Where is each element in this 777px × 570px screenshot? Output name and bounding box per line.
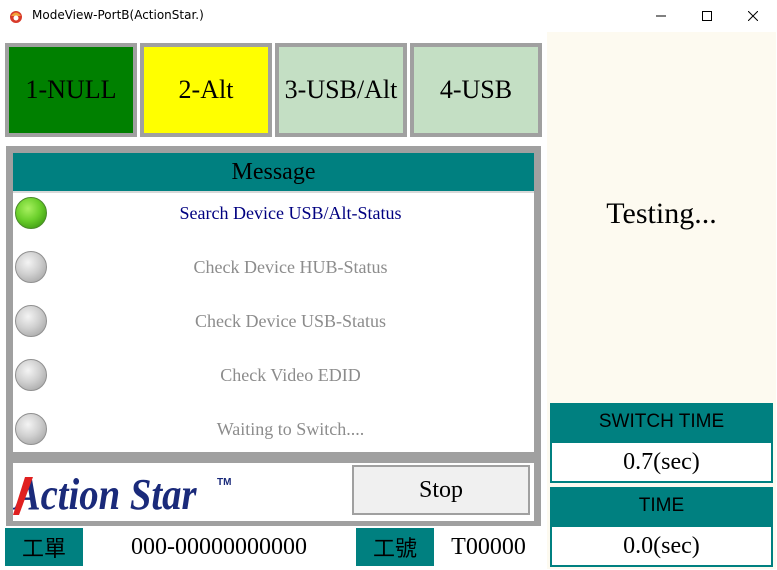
maximize-icon (702, 11, 712, 21)
minimize-icon (656, 15, 666, 17)
window-title: ModeView-PortB(ActionStar.) (32, 8, 204, 22)
message-header: Message (13, 153, 534, 193)
list-item: Waiting to Switch.... (13, 411, 534, 451)
work-order-field[interactable]: 000-00000000000 (85, 528, 353, 566)
serial-field[interactable]: T00000 (436, 528, 541, 566)
list-item: Check Device HUB-Status (13, 249, 534, 289)
message-text: Check Video EDID (220, 365, 361, 385)
mode-button-null[interactable]: 1-NULL (5, 43, 137, 137)
work-order-label: 工單 (5, 528, 83, 566)
time-label: TIME (550, 487, 773, 525)
close-button[interactable] (730, 0, 776, 32)
mode-button-usb-alt[interactable]: 3-USB/Alt (275, 43, 407, 137)
switch-time-label: SWITCH TIME (550, 403, 773, 441)
switch-time-box: 0.7(sec) (550, 441, 773, 483)
time-value: 0.0(sec) (552, 527, 771, 565)
test-status: Testing... (606, 197, 717, 230)
mode-button-usb[interactable]: 4-USB (410, 43, 542, 137)
action-star-logo: Action Star TM (13, 470, 231, 519)
list-item: Check Device USB-Status (13, 303, 534, 343)
brand-inner: Action Star TM Stop (13, 463, 534, 521)
switch-time-value: 0.7(sec) (552, 443, 771, 481)
message-text: Waiting to Switch.... (216, 419, 365, 439)
maximize-button[interactable] (684, 0, 730, 32)
status-led-gray-icon (15, 413, 47, 445)
serial-label: 工號 (356, 528, 434, 566)
message-list: Message Search Device USB/Alt-Status Che… (13, 153, 534, 452)
minimize-button[interactable] (638, 0, 684, 32)
svg-text:Action Star: Action Star (13, 470, 197, 519)
status-panel: Testing... SWITCH TIME 0.7(sec) TIME 0.0… (547, 32, 776, 569)
message-text: Check Device HUB-Status (193, 257, 388, 277)
message-text: Search Device USB/Alt-Status (179, 203, 402, 223)
list-item: Check Video EDID (13, 357, 534, 397)
status-led-gray-icon (15, 305, 47, 337)
status-led-gray-icon (15, 251, 47, 283)
client-area: 1-NULL 2-Alt 3-USB/Alt 4-USB Message Sea… (1, 32, 776, 569)
list-item: Search Device USB/Alt-Status (13, 195, 534, 235)
time-box: 0.0(sec) (550, 525, 773, 567)
app-icon (10, 11, 22, 23)
status-led-gray-icon (15, 359, 47, 391)
status-led-green-icon (15, 197, 47, 229)
svg-text:TM: TM (217, 477, 231, 488)
message-text: Check Device USB-Status (195, 311, 386, 331)
title-bar: ModeView-PortB(ActionStar.) (0, 0, 777, 32)
stop-button[interactable]: Stop (352, 465, 530, 515)
close-icon (748, 11, 758, 21)
message-panel: Message Search Device USB/Alt-Status Che… (6, 146, 541, 459)
mode-button-alt[interactable]: 2-Alt (140, 43, 272, 137)
brand-panel: Action Star TM Stop (6, 458, 541, 526)
